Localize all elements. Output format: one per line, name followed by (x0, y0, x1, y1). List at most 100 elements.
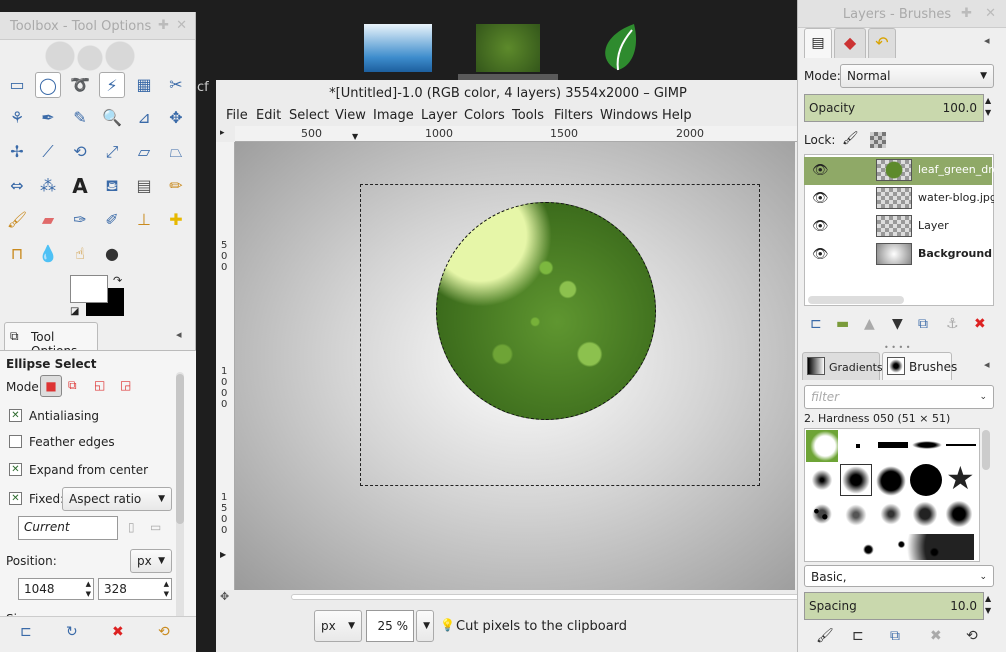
status-unit-dropdown[interactable]: px ▼ (314, 610, 362, 642)
raise-layer-icon[interactable]: ▲ (864, 316, 875, 332)
cage-transform-tool-icon[interactable]: ⁂ (35, 173, 61, 199)
lock-alpha-icon[interactable] (870, 132, 886, 148)
zoom-input[interactable]: 25 % (366, 610, 414, 642)
brush-thumb[interactable] (946, 444, 976, 446)
position-y-input[interactable]: 328 ▲ ▼ (98, 578, 172, 600)
tab-layers[interactable]: ▤ (804, 28, 832, 58)
opacity-slider[interactable]: Opacity 100.0 (804, 94, 984, 122)
brush-thumb[interactable]: ★ (946, 462, 975, 494)
menu-file[interactable]: File (226, 108, 248, 123)
layer-row[interactable]: 👁 Background (804, 241, 992, 269)
brush-grid-scrollbar[interactable] (982, 430, 990, 470)
duplicate-brush-icon[interactable]: ⧉ (890, 628, 900, 644)
current-field[interactable]: Current (18, 516, 118, 540)
expand-checkbox[interactable]: ✕ (9, 463, 22, 476)
fixed-dropdown[interactable]: Aspect ratio ▼ (62, 487, 172, 511)
mode-replace-button[interactable]: ■ (40, 375, 62, 397)
brush-preset-dropdown[interactable]: Basic, ⌄ (804, 565, 994, 587)
brush-thumb[interactable] (944, 500, 974, 528)
position-unit-dropdown[interactable]: px ▼ (130, 549, 172, 573)
new-layer-group-icon[interactable]: ▬ (836, 316, 849, 332)
layer-row[interactable]: 👁 Layer (804, 213, 992, 241)
menu-filters[interactable]: Filters (554, 108, 593, 123)
layer-row[interactable]: 👁 water-blog.jpg (804, 185, 994, 213)
position-x-input[interactable]: 1048 ▲ ▼ (18, 578, 94, 600)
crop-tool-icon[interactable]: ⟋ (35, 139, 61, 165)
brush-thumb-selected[interactable] (840, 464, 872, 496)
color-picker-tool-icon[interactable]: ✎ (67, 105, 93, 131)
fuzzy-select-tool-icon[interactable]: ⚡ (99, 72, 125, 98)
lock-pixels-icon[interactable]: 🖌 (842, 131, 859, 146)
scale-tool-icon[interactable]: ⤢ (99, 139, 125, 165)
save-options-icon[interactable]: ⊏ (20, 624, 32, 640)
tab-menu-icon[interactable]: ◂ (984, 34, 990, 47)
new-layer-icon[interactable]: ⊏ (810, 316, 822, 332)
brush-thumb[interactable] (842, 534, 974, 560)
new-brush-icon[interactable]: ⊏ (852, 628, 864, 644)
brush-thumb[interactable] (910, 500, 940, 528)
tab-undo[interactable]: ↶ (868, 28, 896, 58)
text-tool-icon[interactable]: A (67, 173, 93, 199)
foreground-select-tool-icon[interactable]: ⚘ (4, 105, 30, 131)
brush-filter-input[interactable]: filter ⌄ (804, 385, 994, 409)
ink-tool-icon[interactable]: ✐ (99, 207, 125, 233)
scissors-tool-icon[interactable]: ✂ (163, 72, 189, 98)
portrait-icon[interactable]: ▯ (128, 520, 135, 534)
brush-thumb[interactable] (878, 500, 904, 528)
pencil-tool-icon[interactable]: ✏ (163, 173, 189, 199)
menu-image[interactable]: Image (373, 108, 414, 123)
foreground-color-swatch[interactable] (70, 275, 108, 303)
blend-tool-icon[interactable]: ▤ (131, 173, 157, 199)
menu-layer[interactable]: Layer (421, 108, 457, 123)
menu-tools[interactable]: Tools (512, 108, 544, 123)
brush-thumb[interactable] (910, 464, 942, 496)
horizontal-ruler[interactable]: 500 1000 1500 2000 ▼ (235, 126, 800, 142)
clone-tool-icon[interactable]: ⊥ (131, 207, 157, 233)
free-select-tool-icon[interactable]: ➰ (67, 72, 93, 98)
spacing-spin-icon[interactable]: ▲ ▼ (985, 593, 991, 617)
fixed-checkbox[interactable]: ✕ (9, 492, 22, 505)
delete-brush-icon[interactable]: ✖ (930, 628, 942, 644)
blur-tool-icon[interactable]: 💧 (35, 241, 61, 267)
swap-colors-icon[interactable]: ↷ (113, 274, 122, 287)
close-icon[interactable]: ✕ (176, 18, 187, 33)
delete-layer-icon[interactable]: ✖ (974, 316, 986, 332)
brush-thumb[interactable] (808, 500, 836, 528)
heal-tool-icon[interactable]: ✚ (163, 207, 189, 233)
perspective-tool-icon[interactable]: ⏢ (163, 139, 189, 165)
tab-brushes[interactable]: Brushes (882, 352, 957, 380)
edit-brush-icon[interactable]: 🖌 (816, 628, 834, 644)
visibility-eye-icon[interactable]: 👁 (812, 219, 829, 234)
measure-tool-icon[interactable]: ⊿ (131, 105, 157, 131)
mode-add-button[interactable]: ⧉ (68, 378, 77, 393)
opacity-spin-icon[interactable]: ▲ ▼ (985, 95, 991, 119)
mode-intersect-button[interactable]: ◲ (120, 378, 131, 392)
dock-titlebar[interactable]: Layers - Brushes ✚ ✕ (798, 0, 1006, 28)
leaf-logo-icon[interactable] (594, 22, 642, 72)
detach-icon[interactable]: ✚ (158, 18, 169, 33)
visibility-eye-icon[interactable]: 👁 (812, 191, 829, 206)
refresh-brushes-icon[interactable]: ⟲ (966, 628, 978, 644)
move-tool-icon[interactable]: ✥ (163, 105, 189, 131)
paths-tool-icon[interactable]: ✒ (35, 105, 61, 131)
reset-options-icon[interactable]: ⟲ (158, 624, 170, 640)
menu-windows[interactable]: Windows (600, 108, 658, 123)
airbrush-tool-icon[interactable]: ✑ (67, 207, 93, 233)
anchor-layer-icon[interactable]: ⚓ (946, 316, 959, 332)
tab-gradients[interactable]: Gradients (802, 352, 883, 380)
landscape-icon[interactable]: ▭ (150, 520, 161, 534)
restore-options-icon[interactable]: ↻ (66, 624, 78, 640)
bucket-fill-tool-icon[interactable]: ⛾ (99, 173, 125, 199)
brush-thumb[interactable] (856, 444, 860, 448)
menu-edit[interactable]: Edit (256, 108, 281, 123)
paintbrush-tool-icon[interactable]: 🖌 (4, 207, 30, 233)
visibility-eye-icon[interactable]: 👁 (812, 247, 829, 262)
rect-select-tool-icon[interactable]: ▭ (4, 72, 30, 98)
smudge-tool-icon[interactable]: ☝ (67, 241, 93, 267)
desktop-thumb-leaf[interactable] (476, 24, 540, 72)
menu-view[interactable]: View (335, 108, 366, 123)
layer-row[interactable]: 👁 leaf_green_drop (804, 157, 994, 185)
layer-mode-dropdown[interactable]: Normal ▼ (840, 64, 994, 88)
duplicate-layer-icon[interactable]: ⧉ (918, 316, 928, 332)
close-icon[interactable]: ✕ (985, 6, 996, 21)
